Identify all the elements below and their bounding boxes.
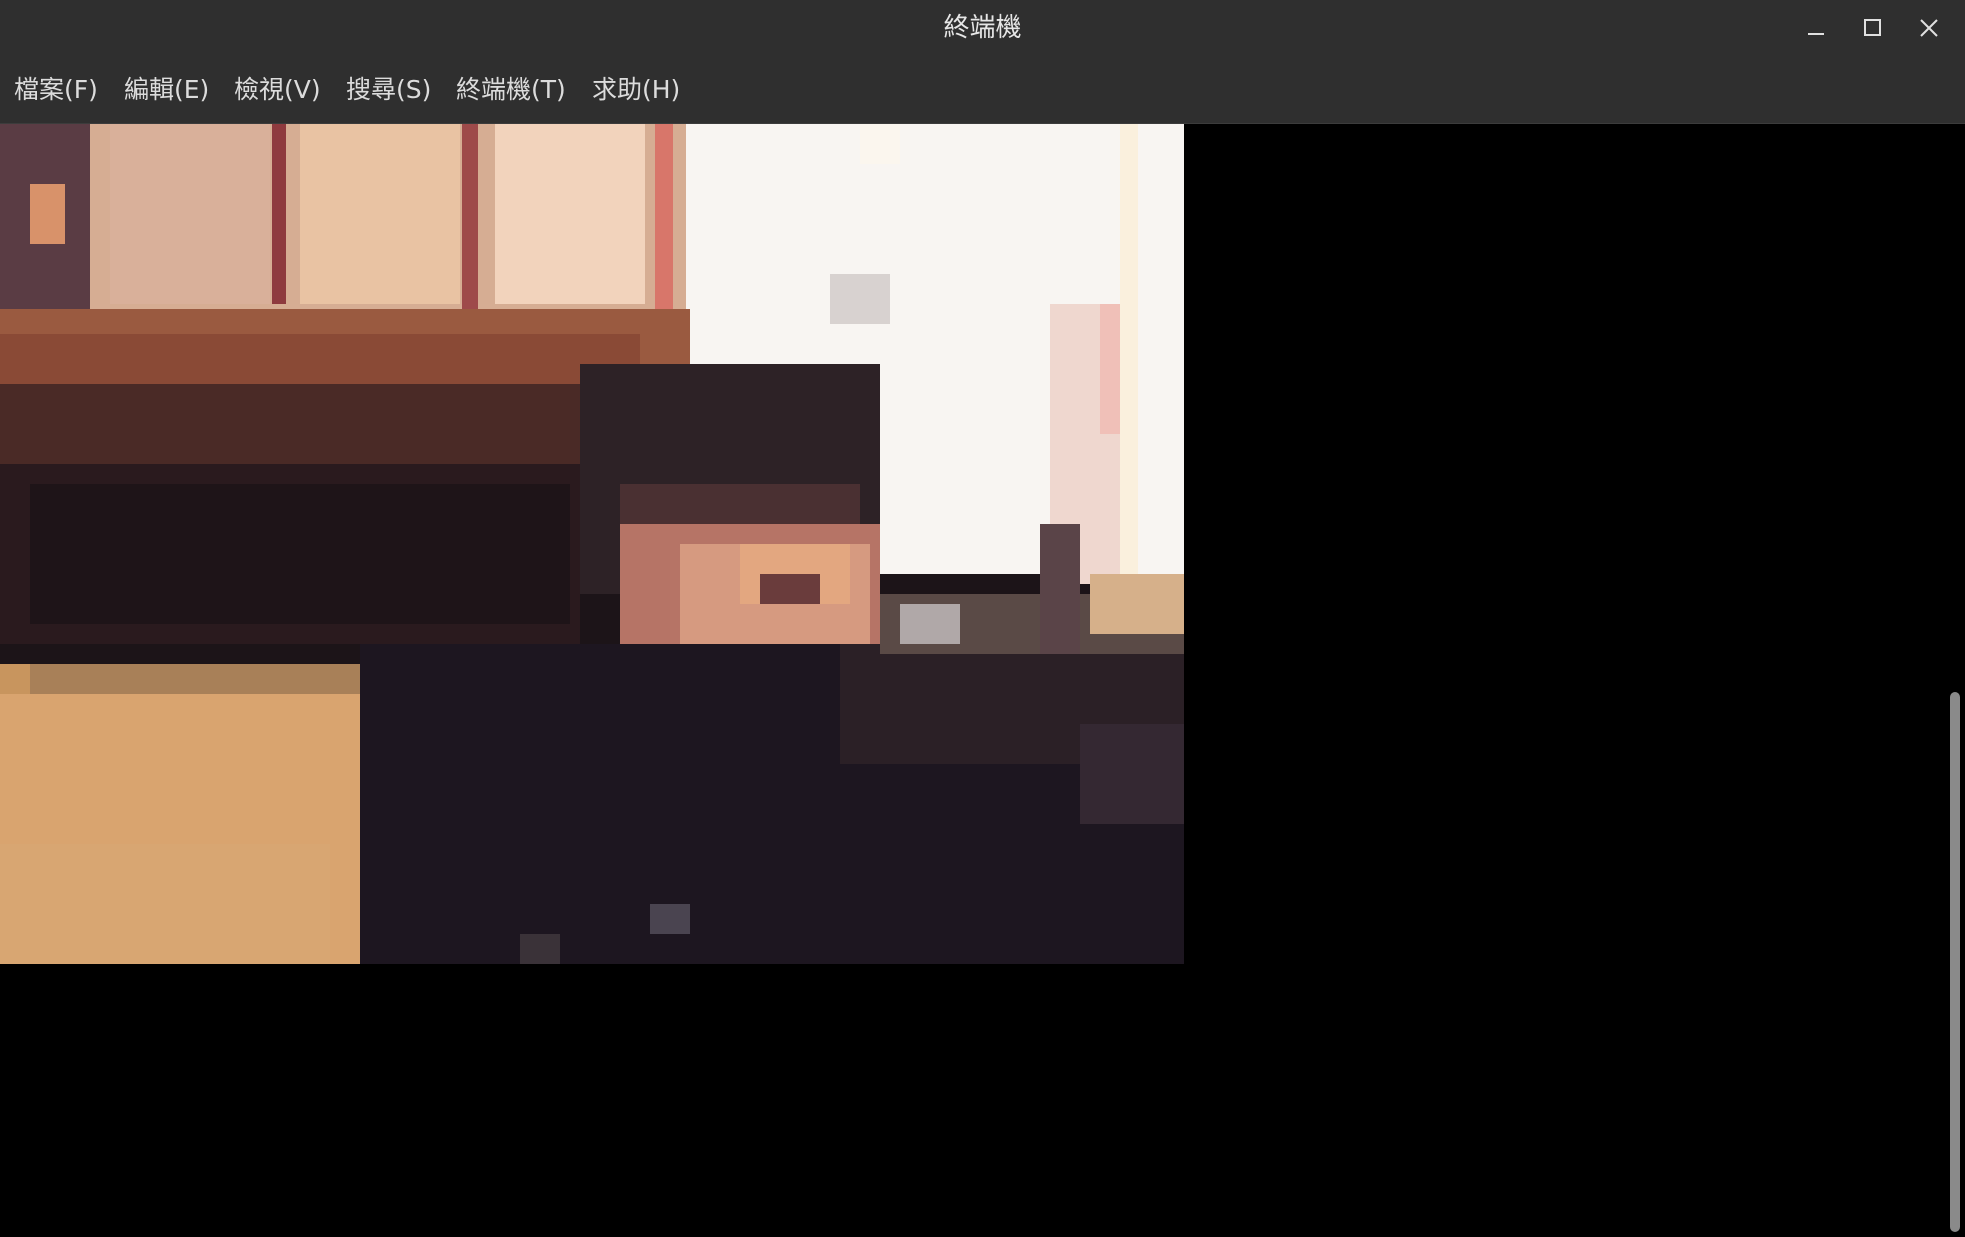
terminal-window: 終端機 檔案(F) 編輯(E) 檢視(V) 搜尋(S) 終端機(T) 求助(H) (0, 0, 1965, 1237)
terminal-area[interactable] (0, 124, 1965, 1237)
close-button[interactable] (1901, 0, 1957, 57)
minimize-button[interactable] (1788, 0, 1844, 57)
menu-terminal[interactable]: 終端機(T) (456, 57, 566, 123)
vertical-scrollbar[interactable] (1945, 124, 1965, 1237)
window-title: 終端機 (943, 13, 1022, 43)
maximize-button[interactable] (1845, 0, 1901, 57)
menu-file[interactable]: 檔案(F) (14, 57, 98, 123)
pixelated-webcam-image (0, 124, 1184, 964)
title-bar[interactable]: 終端機 (0, 0, 1965, 57)
scrollbar-thumb[interactable] (1950, 692, 1960, 1232)
menu-help[interactable]: 求助(H) (592, 57, 680, 123)
menu-view[interactable]: 檢視(V) (234, 57, 321, 123)
menu-edit[interactable]: 編輯(E) (124, 57, 209, 123)
menu-search[interactable]: 搜尋(S) (346, 57, 431, 123)
menu-bar: 檔案(F) 編輯(E) 檢視(V) 搜尋(S) 終端機(T) 求助(H) (0, 57, 1965, 124)
